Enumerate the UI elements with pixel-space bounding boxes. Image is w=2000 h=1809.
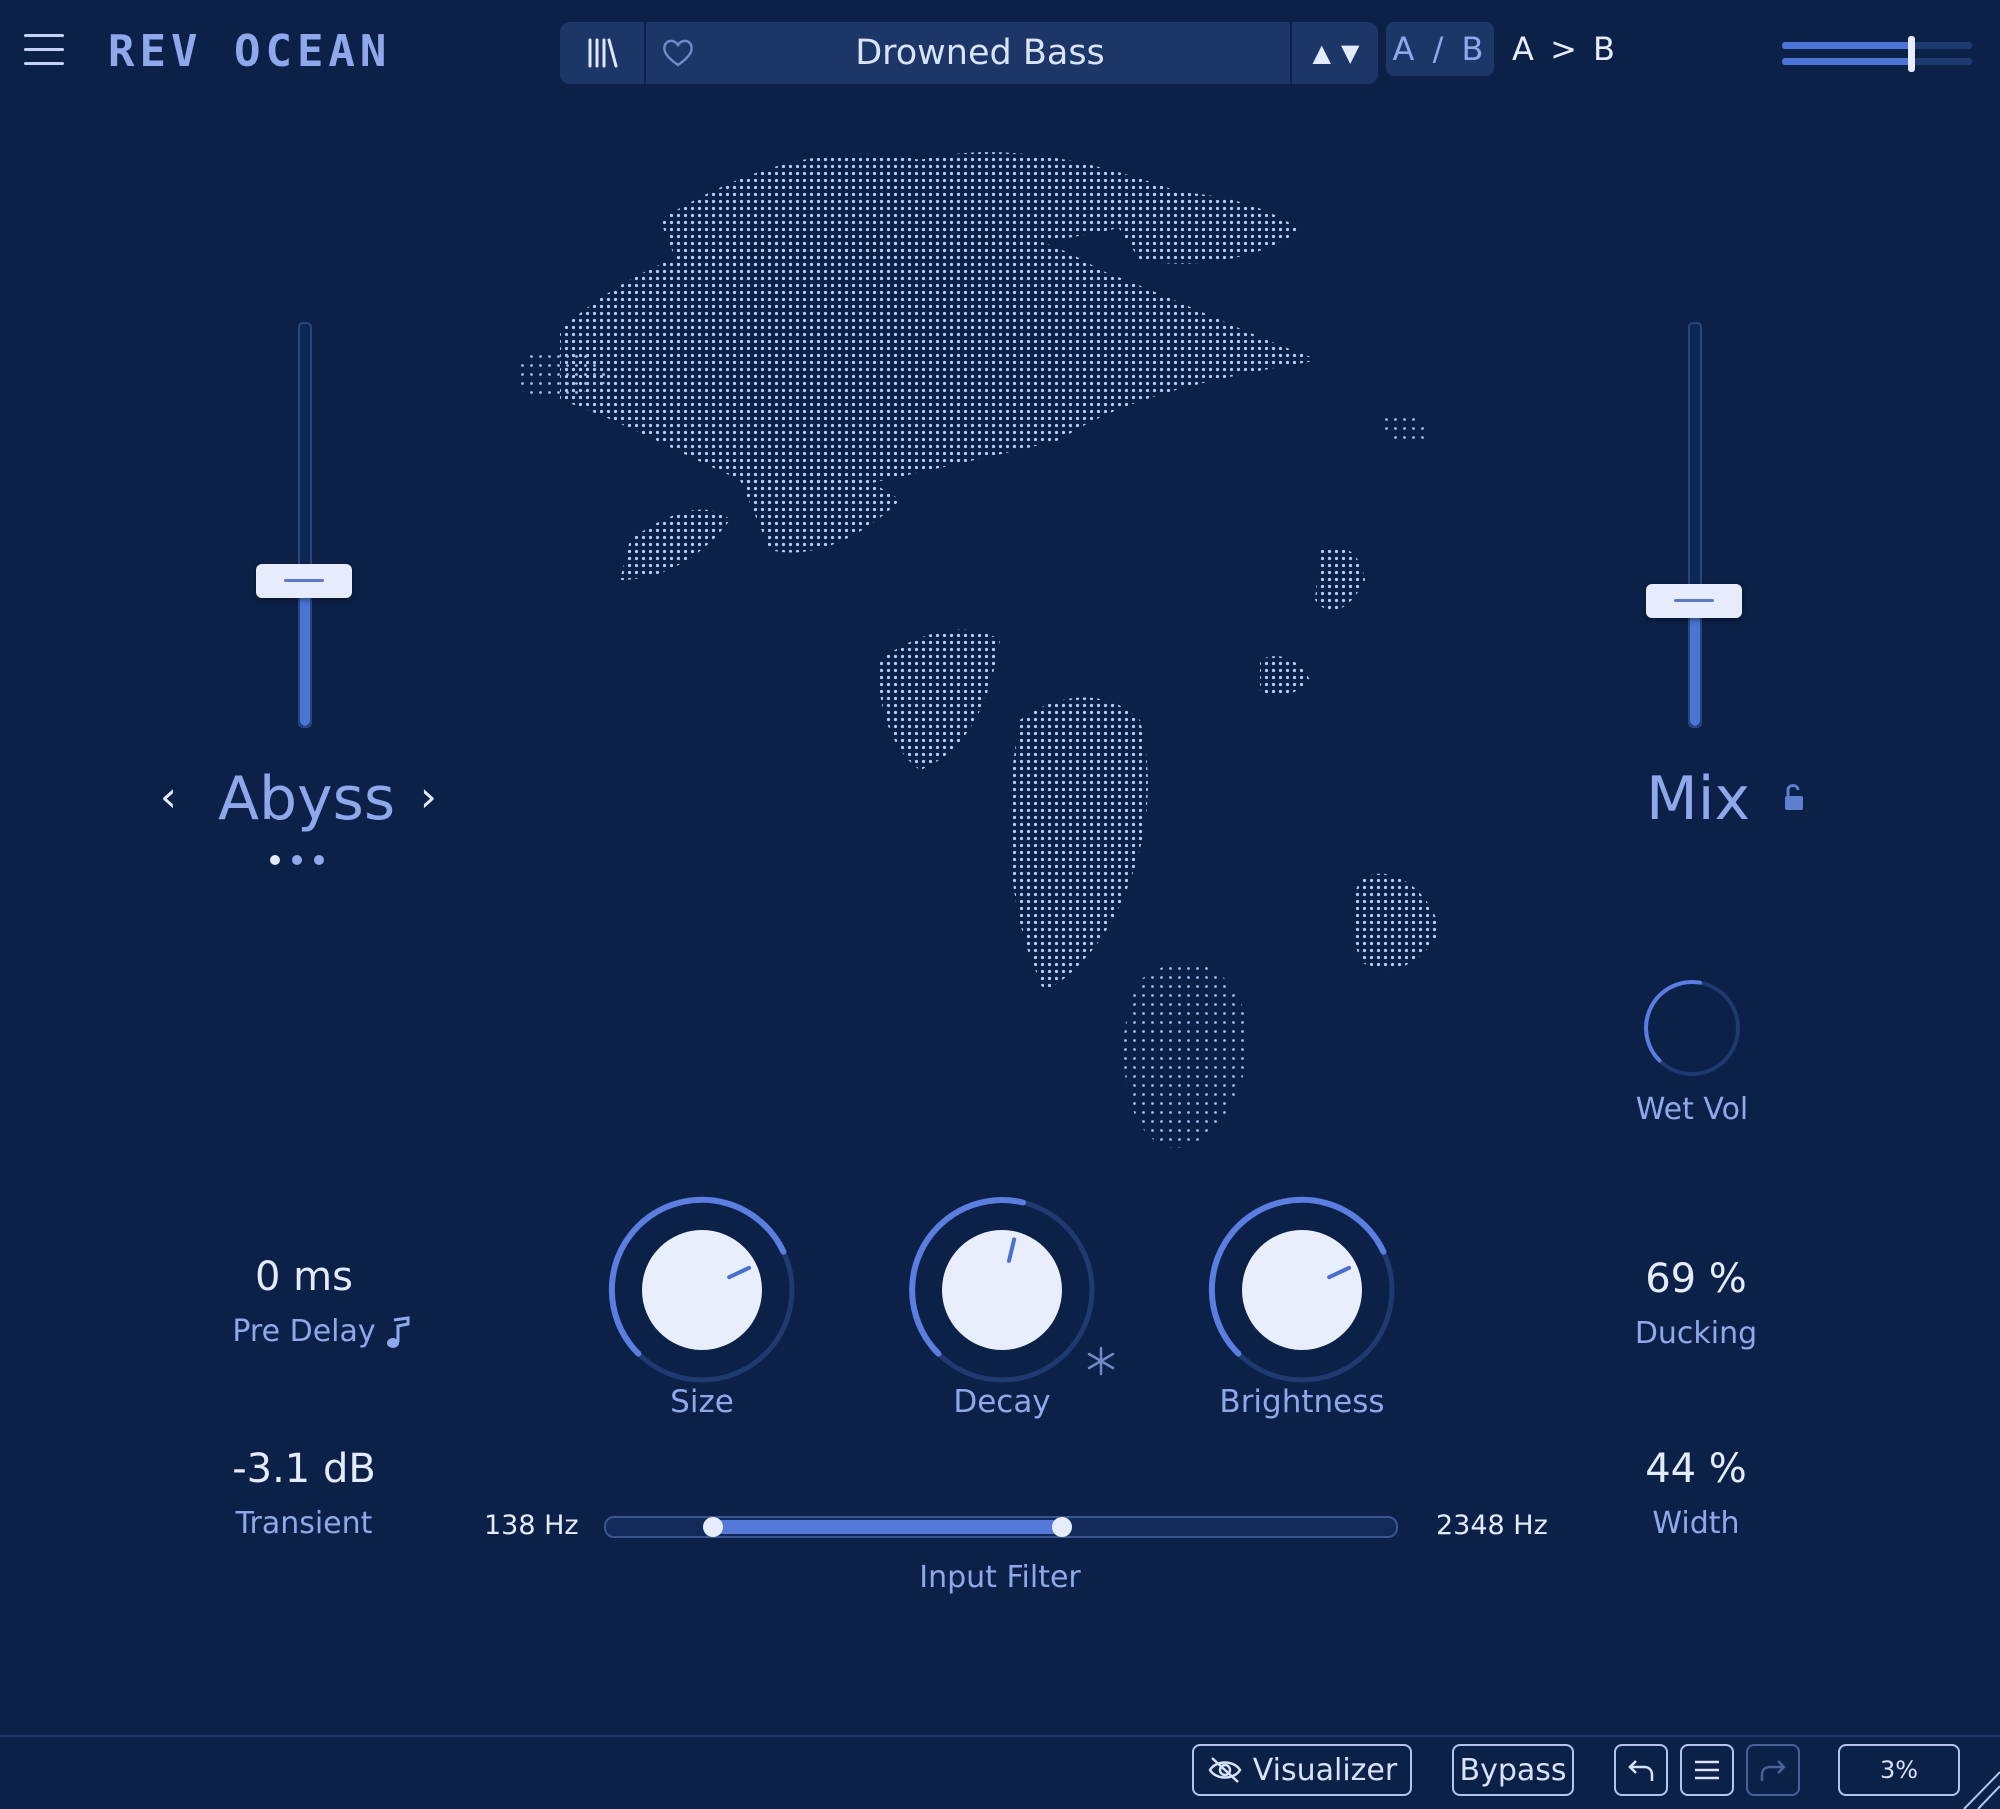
brightness-knob[interactable] [1202, 1190, 1402, 1390]
music-note-icon[interactable] [384, 1316, 414, 1350]
character-fader-fill [300, 581, 310, 726]
pre-delay-label: Pre Delay [232, 1314, 376, 1349]
reverb-visualizer [520, 152, 1440, 1148]
hamburger-line [24, 62, 64, 65]
favorite-button[interactable] [646, 22, 710, 84]
width-value[interactable]: 44 % [1576, 1446, 1816, 1492]
prev-character-button[interactable]: ‹ [160, 772, 177, 821]
preset-library-button[interactable] [560, 22, 646, 84]
resize-grip-icon[interactable] [1960, 1768, 2000, 1809]
ducking-label: Ducking [1634, 1316, 1758, 1351]
preset-bar: Drowned Bass ▲ ▼ [560, 22, 1378, 84]
bypass-button[interactable]: Bypass [1452, 1744, 1574, 1796]
ab-toggle-button[interactable]: A / B [1386, 22, 1494, 76]
undo-button[interactable] [1614, 1744, 1668, 1796]
preset-name[interactable]: Drowned Bass [710, 22, 1250, 84]
input-filter-slider[interactable] [604, 1516, 1398, 1538]
snowflake-icon[interactable] [1086, 1346, 1116, 1376]
visualizer-button[interactable]: Visualizer [1192, 1744, 1412, 1796]
redo-button[interactable] [1746, 1744, 1800, 1796]
library-icon [588, 38, 618, 68]
heart-icon [663, 39, 693, 67]
list-icon [1695, 1760, 1719, 1780]
page-dot[interactable] [270, 855, 280, 865]
character-fader[interactable] [256, 322, 352, 728]
filter-low-value: 138 Hz [484, 1510, 579, 1541]
next-character-button[interactable]: › [420, 772, 437, 821]
hamburger-line [24, 48, 64, 51]
redo-icon [1760, 1760, 1786, 1781]
character-fader-handle[interactable] [256, 564, 352, 599]
visualizer-label: Visualizer [1252, 1752, 1398, 1788]
size-knob[interactable] [602, 1190, 802, 1390]
input-filter-range[interactable] [712, 1520, 1062, 1534]
ab-copy-button[interactable]: A > B [1512, 22, 1618, 76]
undo-icon [1628, 1760, 1654, 1781]
wet-vol-knob[interactable] [1632, 968, 1752, 1088]
page-dot[interactable] [314, 855, 324, 865]
ducking-value[interactable]: 69 % [1576, 1256, 1816, 1302]
hamburger-icon [24, 34, 64, 37]
app-logo: REV OCEAN [108, 26, 392, 77]
character-name: Abyss [218, 764, 396, 834]
wet-vol-label: Wet Vol [1635, 1092, 1749, 1127]
zoom-button[interactable]: 3% [1838, 1744, 1960, 1796]
input-filter-label: Input Filter [919, 1560, 1081, 1595]
mix-fader[interactable] [1646, 322, 1742, 728]
page-dot[interactable] [292, 855, 302, 865]
brightness-label: Brightness [1219, 1384, 1385, 1420]
output-meter[interactable] [1782, 36, 1972, 72]
width-label: Width [1652, 1506, 1740, 1541]
size-label: Size [670, 1384, 734, 1420]
pre-delay-value[interactable]: 0 ms [184, 1254, 424, 1300]
history-button[interactable] [1680, 1744, 1734, 1796]
menu-button[interactable] [24, 34, 64, 68]
mix-fader-handle[interactable] [1646, 584, 1742, 619]
character-page-dots[interactable] [270, 855, 324, 865]
down-arrow-icon[interactable]: ▼ [1341, 39, 1359, 67]
filter-low-handle[interactable] [702, 1517, 723, 1537]
lock-icon[interactable] [1782, 782, 1806, 812]
filter-high-value: 2348 Hz [1436, 1510, 1548, 1541]
transient-value[interactable]: -3.1 dB [184, 1446, 424, 1492]
up-arrow-icon[interactable]: ▲ [1313, 39, 1331, 67]
preset-nav: ▲ ▼ [1290, 22, 1380, 84]
filter-high-handle[interactable] [1051, 1517, 1072, 1537]
transient-label: Transient [235, 1506, 373, 1541]
mix-label: Mix [1646, 764, 1750, 834]
decay-label: Decay [953, 1384, 1051, 1420]
footer-divider [0, 1735, 2000, 1737]
mix-fader-fill [1690, 601, 1700, 726]
decay-knob[interactable] [902, 1190, 1102, 1390]
eye-off-icon [1208, 1757, 1242, 1783]
